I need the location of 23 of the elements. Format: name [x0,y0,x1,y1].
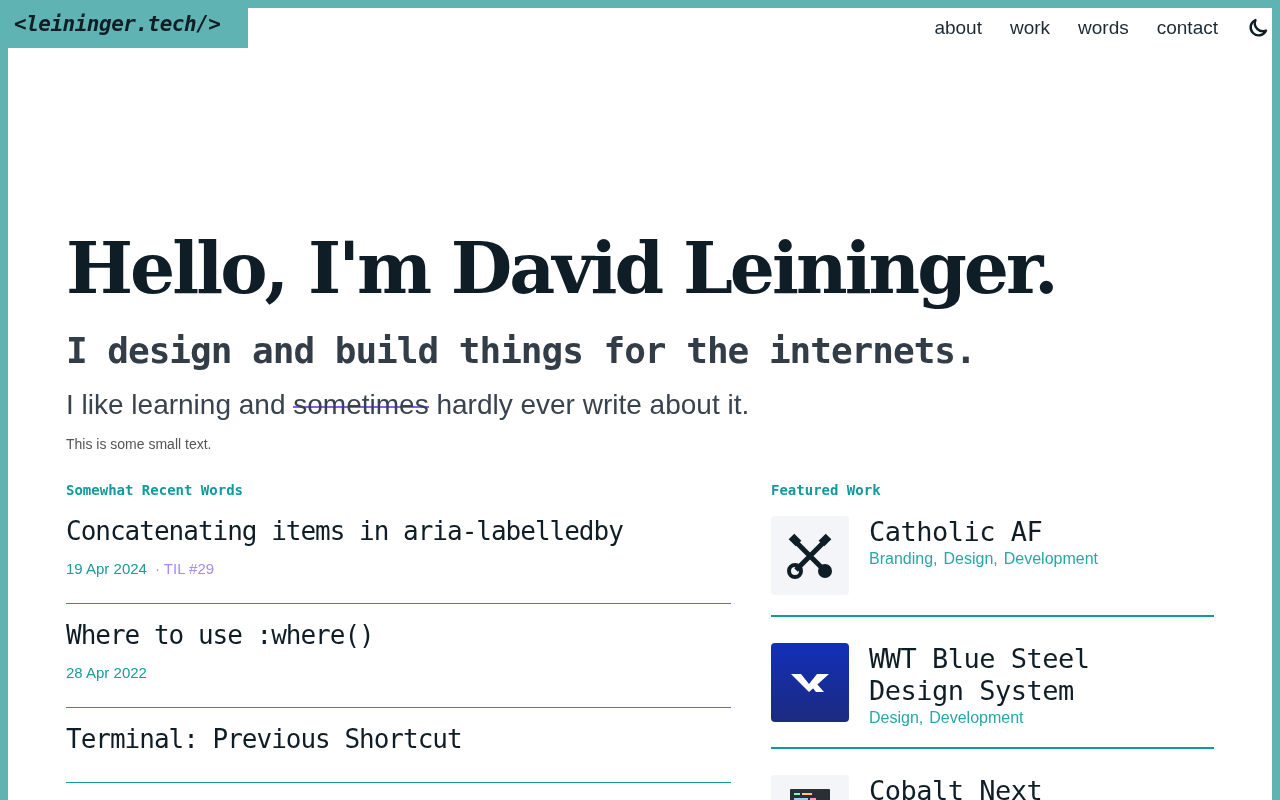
moon-icon [1246,16,1270,40]
section-heading: Featured Work [771,482,882,498]
nav-link[interactable]: about [934,17,982,39]
thumbnail[interactable] [771,643,849,722]
nav-link[interactable]: words [1078,17,1129,39]
section-heading: Somewhat Recent Words [66,482,244,498]
post-title-link[interactable]: Concatenating items in aria-labelledby [66,514,731,548]
theme-toggle-button[interactable] [1246,16,1270,40]
site-logo[interactable]: <leininger.tech/> [8,8,248,48]
work-title-link[interactable]: Cobalt Next [869,775,1159,800]
hero-title: Hello, I'm David Leininger. [66,225,1057,312]
post-title-link[interactable]: Where to use :where() [66,618,731,652]
work-title-link[interactable]: WWT Blue Steel Design System [869,643,1159,707]
nav-link[interactable]: work [1009,17,1051,39]
post-date: 19 Apr 2024 [66,560,147,577]
post-date: 28 Apr 2022 [66,664,147,681]
post-title-link[interactable]: Terminal: Previous Shortcut [66,722,731,756]
hero-subtitle: I design and build things for the internets. [66,329,977,373]
work-title-link[interactable]: Catholic AF [869,516,1159,548]
chevron-logo-icon [791,673,829,692]
thumbnail[interactable] [771,516,849,595]
nav-link[interactable]: contact [1156,17,1218,39]
small-text: This is some small text. [66,436,213,452]
